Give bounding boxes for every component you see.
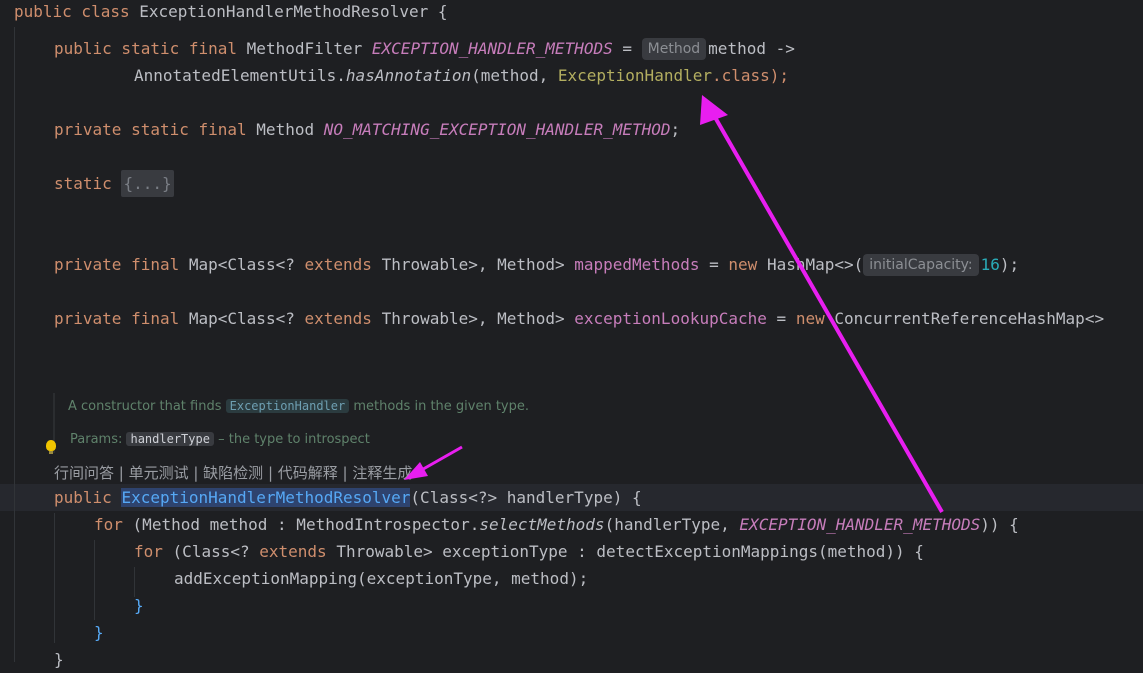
arrow-line-to-exception-handler: [710, 111, 944, 513]
arrow-line-to-constructor: [417, 445, 463, 474]
arrow-head-to-constructor: [404, 462, 428, 480]
arrow-head-to-exception-handler: [700, 95, 728, 125]
annotation-arrows: [404, 95, 944, 513]
